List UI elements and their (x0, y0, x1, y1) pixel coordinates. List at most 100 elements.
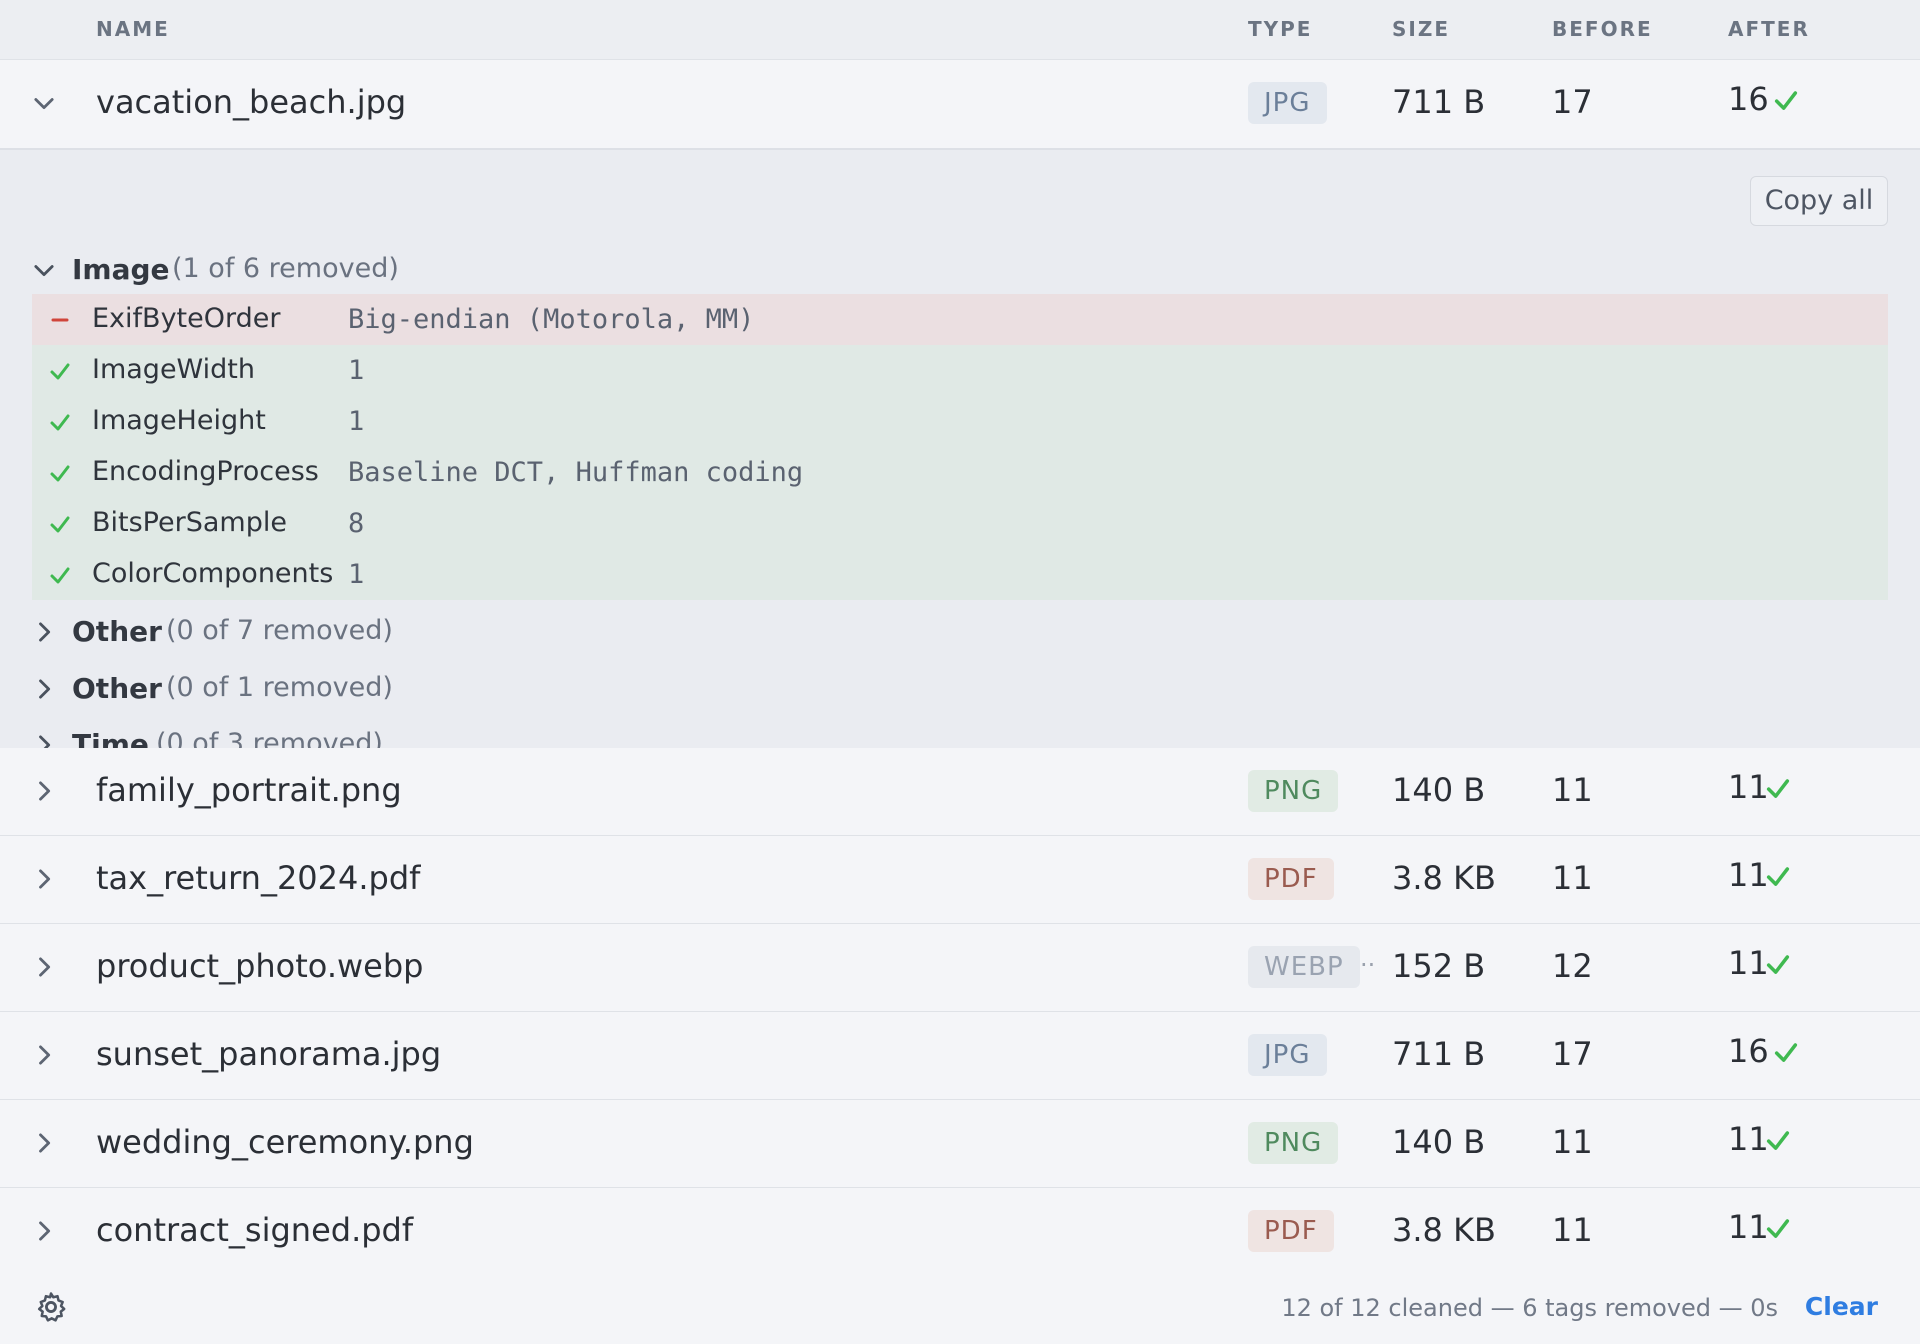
group-other[interactable]: Other (0 of 7 removed) (0, 609, 1920, 655)
file-size: 711 B (1392, 83, 1486, 121)
file-row[interactable]: family_portrait.png PNG 140 B 11 11 (0, 748, 1920, 836)
status-summary: 12 of 12 cleaned — 6 tags removed — 0s (1281, 1294, 1778, 1322)
tags-after: 11 (1728, 944, 1769, 982)
file-name: vacation_beach.jpg (96, 83, 407, 121)
group-count: (0 of 3 removed) (156, 728, 383, 750)
tags-before: 12 (1552, 947, 1593, 985)
file-name: product_photo.webp (96, 947, 424, 985)
file-row[interactable]: product_photo.webp WEBP ·· 152 B 12 11 (0, 924, 1920, 1012)
chevron-down-icon[interactable] (30, 89, 58, 117)
chevron-right-icon[interactable] (30, 777, 58, 805)
metadata-panel: Copy all Image (1 of 6 removed) ExifByte… (0, 148, 1920, 750)
type-badge: PNG (1248, 770, 1339, 812)
tags-after: 11 (1728, 768, 1769, 806)
tag-value: Baseline DCT, Huffman coding (348, 457, 804, 488)
file-size: 140 B (1392, 1123, 1486, 1161)
tag-row: ImageHeight 1 (32, 396, 1888, 447)
check-icon (1766, 955, 1790, 974)
tag-name: ColorComponents (92, 558, 334, 589)
chevron-right-icon[interactable] (30, 953, 58, 981)
col-after[interactable]: AFTER (1728, 17, 1810, 41)
chevron-right-icon[interactable] (30, 675, 58, 703)
type-badge: PDF (1248, 1210, 1334, 1252)
status-bar: 12 of 12 cleaned — 6 tags removed — 0s C… (0, 1260, 1920, 1344)
group-count: (0 of 1 removed) (166, 672, 393, 703)
tag-row: BitsPerSample 8 (32, 498, 1888, 549)
tags-after: 11 (1728, 1208, 1769, 1246)
file-name: contract_signed.pdf (96, 1211, 414, 1249)
check-icon (1766, 867, 1790, 886)
tag-row: ExifByteOrder Big-endian (Motorola, MM) (32, 294, 1888, 345)
type-badge: PDF (1248, 858, 1334, 900)
check-icon (50, 567, 70, 584)
truncation-ellipsis: ·· (1360, 951, 1376, 979)
chevron-right-icon[interactable] (30, 1129, 58, 1157)
file-size: 3.8 KB (1392, 859, 1496, 897)
file-row[interactable]: tax_return_2024.pdf PDF 3.8 KB 11 11 (0, 836, 1920, 924)
file-row[interactable]: wedding_ceremony.png PNG 140 B 11 11 (0, 1100, 1920, 1188)
group-name: Other (72, 672, 162, 705)
group-count: (0 of 7 removed) (166, 615, 393, 646)
group-image[interactable]: Image (1 of 6 removed) (0, 247, 1920, 293)
file-name: wedding_ceremony.png (96, 1123, 474, 1161)
check-icon (50, 363, 70, 380)
tag-value: 1 (348, 559, 365, 590)
tag-row: EncodingProcess Baseline DCT, Huffman co… (32, 447, 1888, 498)
tag-name: ExifByteOrder (92, 303, 281, 334)
minus-icon (51, 318, 69, 322)
group-name: Image (72, 253, 170, 286)
type-badge: JPG (1248, 1034, 1327, 1076)
check-icon (1766, 1219, 1790, 1238)
col-before[interactable]: BEFORE (1552, 17, 1653, 41)
file-name: family_portrait.png (96, 771, 402, 809)
tag-name: BitsPerSample (92, 507, 287, 538)
check-icon (1774, 1043, 1798, 1062)
tags-before: 17 (1552, 83, 1593, 121)
chevron-right-icon[interactable] (30, 1217, 58, 1245)
gear-icon[interactable] (34, 1290, 68, 1324)
group-name: Other (72, 615, 162, 648)
tag-value: 8 (348, 508, 365, 539)
tags-before: 11 (1552, 771, 1593, 809)
clear-button[interactable]: Clear (1805, 1292, 1878, 1321)
col-type[interactable]: TYPE (1248, 17, 1312, 41)
check-icon (1766, 1131, 1790, 1150)
check-icon (1774, 91, 1798, 110)
tag-name: ImageHeight (92, 405, 266, 436)
tags-before: 11 (1552, 1123, 1593, 1161)
tag-name: ImageWidth (92, 354, 256, 385)
file-name: tax_return_2024.pdf (96, 859, 421, 897)
tag-row: ColorComponents 1 (32, 549, 1888, 600)
check-icon (50, 414, 70, 431)
type-badge: WEBP (1248, 946, 1360, 988)
tag-value: 1 (348, 355, 365, 386)
tags-after: 16 (1728, 80, 1769, 118)
tag-value: 1 (348, 406, 365, 437)
group-count: (1 of 6 removed) (172, 253, 399, 284)
group-name: Time (72, 728, 149, 750)
file-row[interactable]: sunset_panorama.jpg JPG 711 B 17 16 (0, 1012, 1920, 1100)
group-other[interactable]: Other (0 of 1 removed) (0, 666, 1920, 712)
file-name: sunset_panorama.jpg (96, 1035, 442, 1073)
file-size: 711 B (1392, 1035, 1486, 1073)
tags-before: 17 (1552, 1035, 1593, 1073)
chevron-right-icon[interactable] (30, 1041, 58, 1069)
tag-value: Big-endian (Motorola, MM) (348, 304, 755, 335)
tag-name: EncodingProcess (92, 456, 319, 487)
check-icon (50, 516, 70, 533)
type-badge: PNG (1248, 1122, 1339, 1164)
tags-after: 16 (1728, 1032, 1769, 1070)
group-time[interactable]: Time (0 of 3 removed) (0, 722, 1920, 750)
tags-before: 11 (1552, 1211, 1593, 1249)
col-name[interactable]: NAME (96, 17, 170, 41)
file-row-expanded[interactable]: vacation_beach.jpg JPG 711 B 17 16 (0, 60, 1920, 147)
col-size[interactable]: SIZE (1392, 17, 1450, 41)
file-size: 140 B (1392, 771, 1486, 809)
check-icon (1766, 779, 1790, 798)
chevron-down-icon[interactable] (30, 256, 58, 284)
copy-all-button[interactable]: Copy all (1750, 176, 1888, 226)
chevron-right-icon[interactable] (30, 618, 58, 646)
tags-before: 11 (1552, 859, 1593, 897)
chevron-right-icon[interactable] (30, 865, 58, 893)
file-size: 152 B (1392, 947, 1486, 985)
